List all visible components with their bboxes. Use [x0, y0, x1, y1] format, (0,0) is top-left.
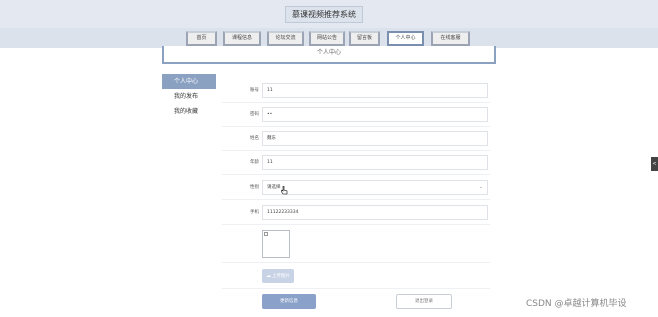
collapse-arrow-icon[interactable]: <	[651, 157, 658, 171]
logout-button[interactable]: 退出登录	[396, 294, 452, 309]
phone-field[interactable]: 11122233334	[262, 205, 488, 220]
nav-bar: 首页 课程信息 论坛交流 网站公告 留言板 个人中心 在线客服	[0, 28, 658, 48]
upload-button-label: 上传图片	[272, 274, 290, 279]
sidebar-item-my-posts[interactable]: 我的发布	[162, 89, 216, 104]
chevron-down-icon: ⌄	[478, 184, 483, 190]
sidebar-menu: 个人中心 我的发布 我的收藏	[162, 74, 216, 119]
form-row-password: 密码 ••	[222, 103, 490, 127]
upload-icon: ☁	[266, 273, 271, 279]
site-title: 慕课视频推荐系统	[285, 6, 363, 23]
account-field[interactable]: 11	[262, 83, 488, 98]
form-divider	[222, 262, 490, 263]
nav-item-online-service[interactable]: 在线客服	[431, 31, 470, 46]
form-divider-bottom	[222, 288, 490, 289]
gender-select[interactable]: 请选择 ⌄	[262, 180, 488, 195]
watermark: CSDN @卓越计算机毕设	[526, 299, 627, 309]
sidebar-item-my-favorites[interactable]: 我的收藏	[162, 104, 216, 119]
mouse-pointer-icon	[281, 186, 288, 195]
form-row-name: 姓名 魏东	[222, 127, 490, 151]
name-field[interactable]: 魏东	[262, 131, 488, 146]
name-label: 姓名	[250, 136, 259, 141]
nav-item-message-board[interactable]: 留言板	[349, 31, 380, 46]
age-field[interactable]: 11	[262, 155, 488, 170]
nav-item-personal-center[interactable]: 个人中心	[387, 31, 424, 46]
age-label: 年龄	[250, 160, 259, 165]
nav-item-forum[interactable]: 论坛交流	[267, 31, 304, 46]
password-field[interactable]: ••	[262, 107, 488, 122]
page: 慕课视频推荐系统 首页 课程信息 论坛交流 网站公告 留言板 个人中心 在线客服…	[0, 0, 658, 317]
update-info-button[interactable]: 更新信息	[262, 294, 316, 309]
phone-label: 手机	[250, 210, 259, 215]
sidebar-item-personal-center[interactable]: 个人中心	[162, 74, 216, 89]
form-row-gender: 性别 请选择 ⌄	[222, 176, 490, 200]
form-row-account: 账号 11	[222, 79, 490, 103]
upload-image-button[interactable]: ☁上传图片	[262, 269, 294, 283]
form-row-phone: 手机 11122233334	[222, 201, 490, 225]
broken-image-icon	[264, 232, 268, 236]
page-banner: 个人中心	[162, 46, 496, 64]
form-row-age: 年龄 11	[222, 151, 490, 175]
account-label: 账号	[250, 88, 259, 93]
password-label: 密码	[250, 112, 259, 117]
gender-select-value: 请选择	[267, 185, 281, 190]
nav-item-home[interactable]: 首页	[186, 31, 217, 46]
avatar-image-preview	[262, 230, 290, 258]
nav-item-announcements[interactable]: 网站公告	[309, 31, 345, 46]
banner-title: 个人中心	[316, 49, 341, 56]
site-header: 慕课视频推荐系统	[0, 0, 658, 28]
nav-item-courses[interactable]: 课程信息	[223, 31, 261, 46]
gender-label: 性别	[250, 185, 259, 190]
